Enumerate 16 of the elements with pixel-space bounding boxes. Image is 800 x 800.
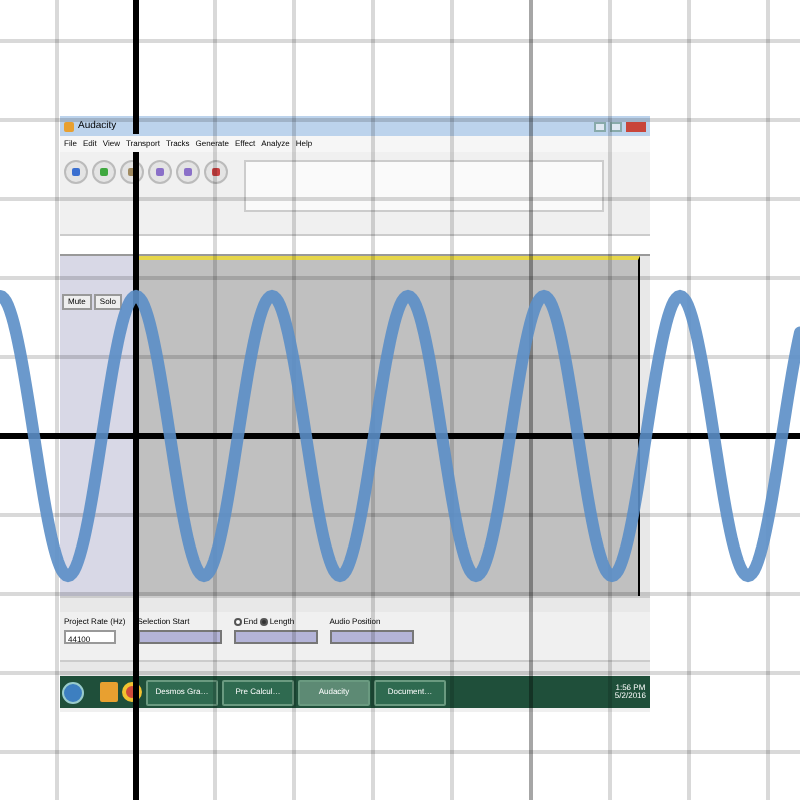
maximize-button[interactable] — [610, 121, 622, 131]
radio-button[interactable] — [233, 618, 242, 626]
radio-button[interactable] — [259, 618, 268, 626]
skip-start-button[interactable] — [148, 160, 172, 184]
horizontal-scrollbar[interactable] — [60, 596, 650, 612]
time-field[interactable] — [137, 630, 222, 644]
pause-button[interactable] — [64, 160, 88, 184]
time-field[interactable] — [329, 630, 414, 644]
app-icon — [64, 121, 74, 131]
start-button[interactable] — [62, 681, 84, 703]
vertical-scrollbar[interactable] — [640, 256, 650, 596]
minimize-button[interactable] — [594, 121, 606, 131]
record-button[interactable] — [204, 160, 228, 184]
time-field[interactable] — [233, 630, 318, 644]
close-button[interactable] — [626, 121, 646, 131]
skip-end-button[interactable] — [176, 160, 200, 184]
